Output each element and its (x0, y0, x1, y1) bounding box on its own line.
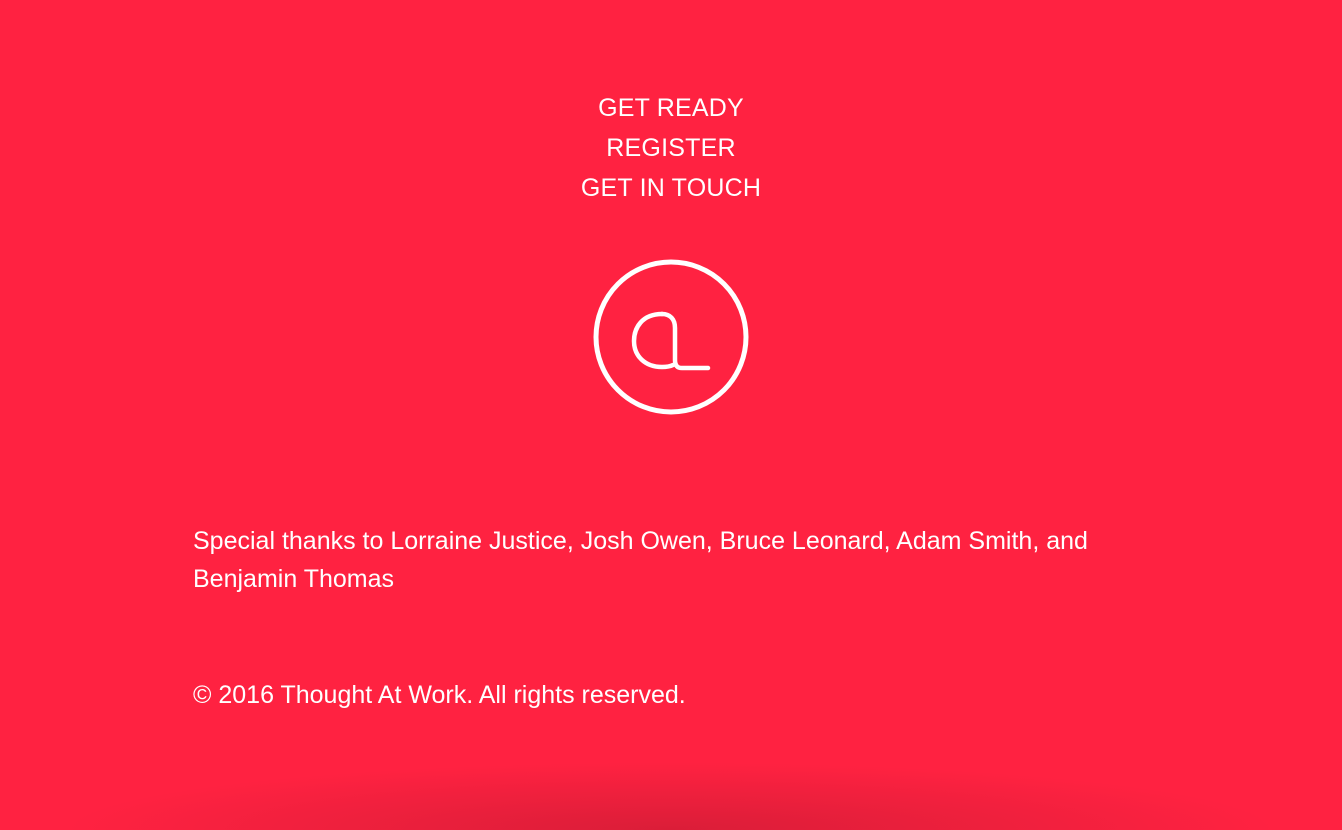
footer-nav-item-register: REGISTER (0, 128, 1342, 168)
register-link[interactable]: REGISTER (606, 134, 735, 162)
at-sign-circle-logo[interactable] (592, 258, 750, 416)
special-thanks-text: Special thanks to Lorraine Justice, Josh… (193, 527, 1088, 593)
footer-nav: GET READY REGISTER GET IN TOUCH (0, 88, 1342, 208)
footer-nav-item-get-ready: GET READY (0, 88, 1342, 128)
get-ready-link[interactable]: GET READY (598, 94, 744, 122)
site-footer: GET READY REGISTER GET IN TOUCH Special … (0, 0, 1342, 830)
at-sign-icon (593, 259, 749, 415)
copyright-text: © 2016 Thought At Work. All rights reser… (193, 681, 686, 709)
bottom-shadow (0, 740, 1342, 830)
footer-nav-item-get-in-touch: GET IN TOUCH (0, 168, 1342, 208)
get-in-touch-link[interactable]: GET IN TOUCH (581, 174, 761, 202)
